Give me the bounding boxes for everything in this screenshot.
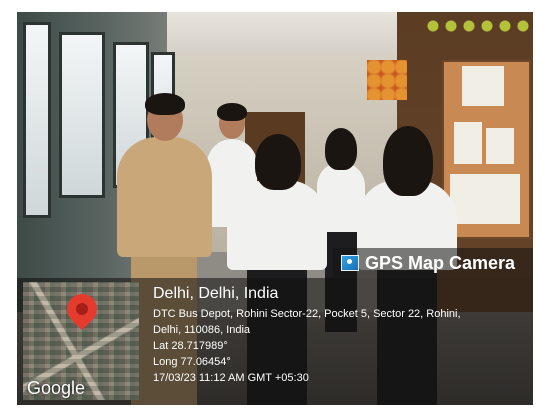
gps-map-camera-icon [341,255,359,271]
location-info-panel: Google Delhi, Delhi, India DTC Bus Depot… [17,278,533,405]
window-1 [23,22,51,218]
address-line-1: DTC Bus Depot, Rohini Sector-22, Pocket … [153,308,461,320]
google-logo: Google [27,378,86,398]
address-line-2: Delhi, 110086, India [153,324,251,336]
leaf-garland [425,12,533,42]
notice-paper [486,128,514,164]
location-pin-dot [76,303,88,315]
window-2 [59,32,105,198]
timestamp: 17/03/23 11:12 AM GMT +05:30 [153,372,309,384]
latitude: Lat 28.717989° [153,340,228,352]
notice-paper [454,122,482,164]
location-city: Delhi, Delhi, India [153,285,279,302]
satellite-map-thumbnail: Google [23,282,139,400]
gps-app-name: GPS Map Camera [365,252,516,273]
location-details: Delhi, Delhi, India DTC Bus Depot, Rohin… [153,284,525,386]
marigold-decoration [367,60,407,100]
photo: GPS Map Camera Google Delhi, Delhi, Indi… [17,12,533,405]
longitude: Long 77.06454° [153,356,231,368]
gps-camera-header: GPS Map Camera [333,248,533,278]
signboard [462,66,504,106]
notice-paper [450,174,520,224]
